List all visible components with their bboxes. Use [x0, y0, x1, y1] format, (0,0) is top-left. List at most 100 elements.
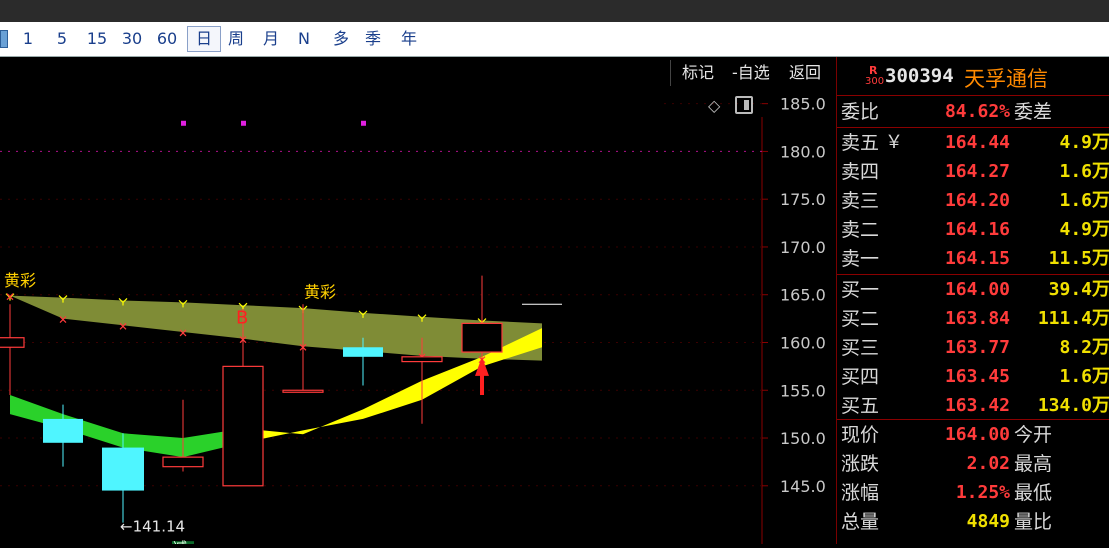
period-0[interactable]: 1: [18, 28, 38, 50]
diamond-icon[interactable]: ◇: [708, 96, 720, 115]
ask-label: 卖一: [841, 248, 880, 270]
bid-volume: 134.0万: [1037, 395, 1109, 416]
weibi-label: 委比: [841, 101, 880, 123]
back-button[interactable]: 返回: [789, 60, 821, 86]
period-8[interactable]: N: [294, 28, 314, 50]
stat-row: 总量 4849 量比: [837, 508, 1109, 536]
quote-panel: R 300 300394 天孚通信 委比 84.62% 委差 卖五 ￥ 164.44…: [836, 57, 1109, 544]
period-5[interactable]: 日: [187, 26, 221, 52]
stock-name: 天孚通信: [964, 67, 1048, 91]
low-price-marker: ←141.14: [120, 518, 185, 536]
stat-value: 2.02: [966, 453, 1010, 474]
reduce-marker: 减: [173, 541, 187, 544]
huangcai-label: 黄彩: [4, 271, 36, 290]
bid-price: 164.00: [944, 279, 1010, 300]
period-9[interactable]: 多: [329, 28, 353, 50]
quote-divider: [837, 95, 1109, 96]
badge-bottom: 300: [865, 76, 885, 87]
y-tick-label: 150.0: [780, 429, 826, 448]
ask-label: 卖二: [841, 219, 880, 241]
ask-row[interactable]: 卖五 ￥ 164.44 4.9万: [837, 129, 1109, 157]
buy-marker: B: [236, 307, 248, 328]
chart-header-panel: [0, 57, 662, 120]
ask-label: 卖三: [841, 190, 880, 212]
ask-row[interactable]: 卖三 164.20 1.6万: [837, 187, 1109, 215]
y-tick-label: 180.0: [780, 142, 826, 161]
period-4[interactable]: 60: [153, 28, 181, 50]
stat-label: 涨跌: [841, 453, 880, 475]
ask-mark: ￥: [885, 132, 903, 153]
top-toolbar: [0, 0, 1109, 22]
kline-chart[interactable]: 185.0 180.0 175.0 170.0 165.0 160.0 155.0 150.0…: [0, 57, 834, 548]
bid-row[interactable]: 买一 164.00 39.4万: [837, 276, 1109, 304]
candle-body: [401, 356, 443, 363]
stat-label: 涨幅: [841, 482, 880, 504]
ask-volume: 11.5万: [1048, 248, 1109, 269]
ask-row[interactable]: 卖二 164.16 4.9万: [837, 216, 1109, 244]
stat-label2: 最低: [1014, 482, 1053, 504]
bid-label: 买二: [841, 308, 880, 330]
y-tick-label: 165.0: [780, 286, 826, 305]
stat-row: 涨幅 1.25% 最低: [837, 479, 1109, 507]
sheet-icon[interactable]: [0, 30, 8, 48]
ask-price: 164.44: [944, 132, 1010, 153]
period-11[interactable]: 年: [397, 28, 421, 50]
stat-value: 1.25%: [955, 482, 1010, 503]
candle-body: [102, 447, 144, 491]
ask-row[interactable]: 卖一 164.15 11.5万: [837, 245, 1109, 273]
mark-button[interactable]: 标记: [682, 60, 714, 86]
quote-divider: [837, 127, 1109, 128]
panel-toggle-fill: [744, 100, 749, 110]
weibi-row: 委比 84.62% 委差: [837, 98, 1109, 126]
magenta-dot: [181, 120, 186, 126]
huangcai-label: 黄彩: [304, 283, 336, 302]
stat-label2: 今开: [1014, 424, 1053, 446]
magenta-dot: [361, 120, 366, 126]
candle-body: [0, 337, 25, 348]
ask-label: 卖五: [841, 132, 880, 154]
period-7[interactable]: 月: [259, 28, 283, 50]
magenta-dot: [241, 120, 246, 126]
bid-price: 163.42: [944, 395, 1010, 416]
weibi-value: 84.62%: [944, 101, 1010, 122]
bid-volume: 39.4万: [1048, 279, 1109, 300]
watchlist-button[interactable]: -自选: [732, 60, 770, 86]
bid-price: 163.45: [944, 366, 1010, 387]
period-bar: 1 5 15 30 60 日周月 N 多季年: [0, 22, 1109, 57]
period-3[interactable]: 30: [119, 28, 145, 50]
stat-label: 现价: [841, 424, 880, 446]
ask-price: 164.20: [944, 190, 1010, 211]
ask-volume: 4.9万: [1059, 132, 1109, 153]
stat-value: 164.00: [944, 424, 1010, 445]
period-10[interactable]: 季: [361, 28, 385, 50]
bid-label: 买五: [841, 395, 880, 417]
period-6[interactable]: 周: [224, 28, 248, 50]
y-tick-label: 185.0: [780, 95, 826, 114]
bid-row[interactable]: 买三 163.77 8.2万: [837, 334, 1109, 362]
ask-volume: 4.9万: [1059, 219, 1109, 240]
period-1[interactable]: 5: [52, 28, 72, 50]
stat-label2: 最高: [1014, 453, 1053, 475]
bid-row[interactable]: 买四 163.45 1.6万: [837, 363, 1109, 391]
ask-label: 卖四: [841, 161, 880, 183]
y-tick-label: 175.0: [780, 190, 826, 209]
stat-value: 4849: [966, 511, 1010, 532]
bid-label: 买一: [841, 279, 880, 301]
ask-row[interactable]: 卖四 164.27 1.6万: [837, 158, 1109, 186]
ask-volume: 1.6万: [1059, 161, 1109, 182]
panel-toggle-icon[interactable]: [735, 96, 753, 114]
bid-price: 163.84: [944, 308, 1010, 329]
quote-divider: [837, 419, 1109, 420]
header-separator: [670, 60, 671, 86]
ask-volume: 1.6万: [1059, 190, 1109, 211]
kline-svg: 185.0 180.0 175.0 170.0 165.0 160.0 155.0 150.0…: [0, 95, 826, 548]
ask-price: 164.27: [944, 161, 1010, 182]
bid-row[interactable]: 买二 163.84 111.4万: [837, 305, 1109, 333]
y-tick-label: 145.0: [780, 477, 826, 496]
y-tick-label: 160.0: [780, 333, 826, 352]
candle-body: [343, 347, 383, 357]
period-2[interactable]: 15: [84, 28, 110, 50]
bid-row[interactable]: 买五 163.42 134.0万: [837, 392, 1109, 420]
bid-label: 买四: [841, 366, 880, 388]
bid-volume: 8.2万: [1059, 337, 1109, 358]
